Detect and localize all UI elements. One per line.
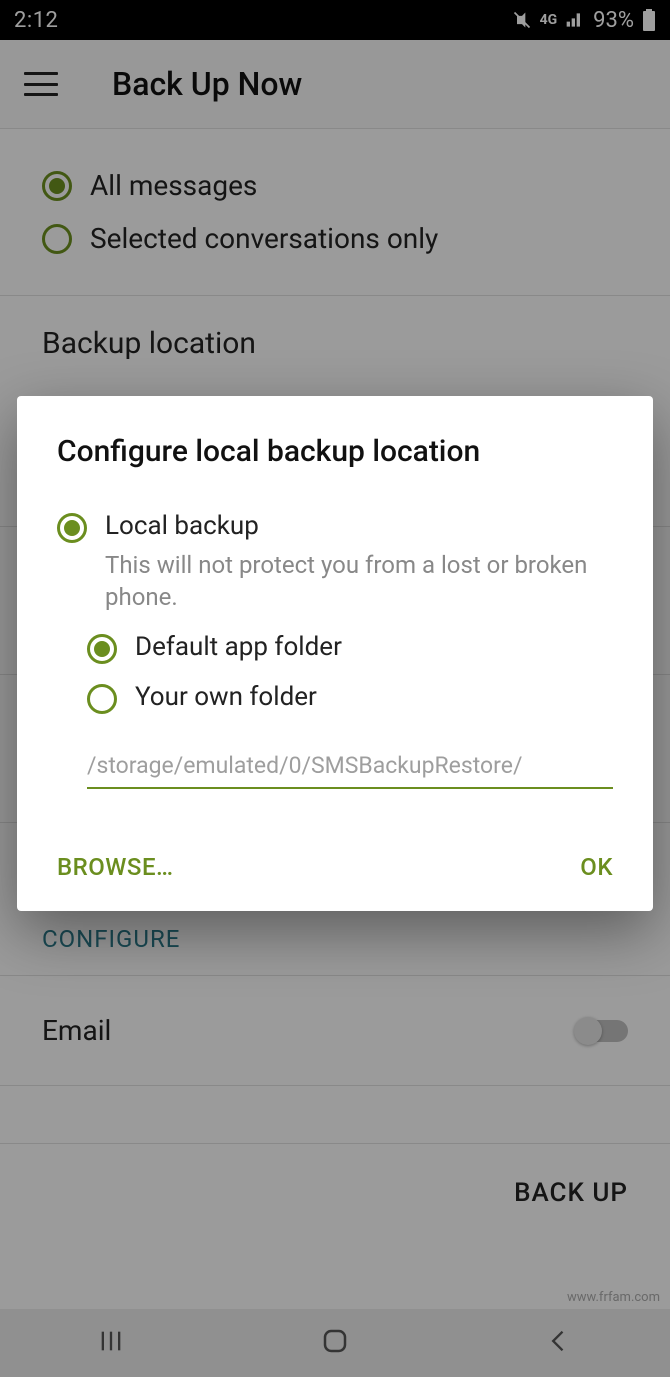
radio-icon [57,513,87,543]
browse-button[interactable]: BROWSE… [57,853,174,881]
radio-icon [87,634,117,664]
radio-label: Local backup [105,511,259,541]
radio-default-folder[interactable]: Default app folder [87,632,613,664]
dialog-actions: BROWSE… OK [57,853,613,881]
dialog-title: Configure local backup location [57,434,613,469]
ok-button[interactable]: OK [580,853,613,881]
configure-location-dialog: Configure local backup location Local ba… [17,396,653,911]
radio-label: Default app folder [135,632,342,662]
local-backup-subtext: This will not protect you from a lost or… [105,549,613,614]
radio-label: Your own folder [135,682,317,712]
radio-local-backup[interactable]: Local backup [57,511,613,543]
radio-own-folder[interactable]: Your own folder [87,682,613,714]
path-input[interactable] [87,746,613,789]
radio-icon [87,684,117,714]
